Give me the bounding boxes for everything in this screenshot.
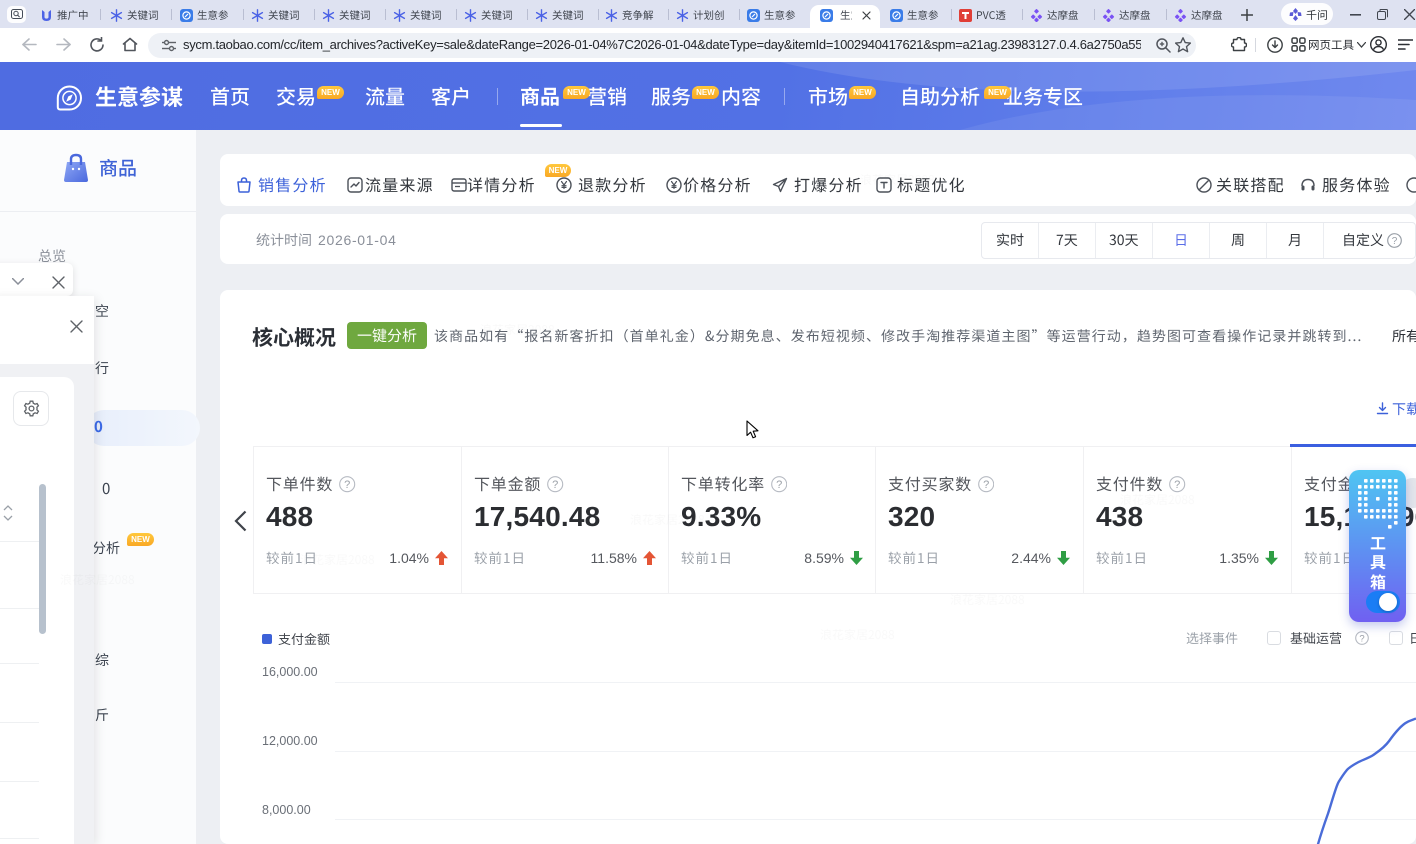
svg-text:?: ? <box>1174 479 1180 491</box>
svg-text:?: ? <box>344 479 350 491</box>
svg-text:?: ? <box>552 479 558 491</box>
svg-text:?: ? <box>1359 633 1364 644</box>
svg-text:?: ? <box>1392 236 1398 247</box>
svg-text:?: ? <box>776 479 782 491</box>
svg-text:?: ? <box>983 479 989 491</box>
